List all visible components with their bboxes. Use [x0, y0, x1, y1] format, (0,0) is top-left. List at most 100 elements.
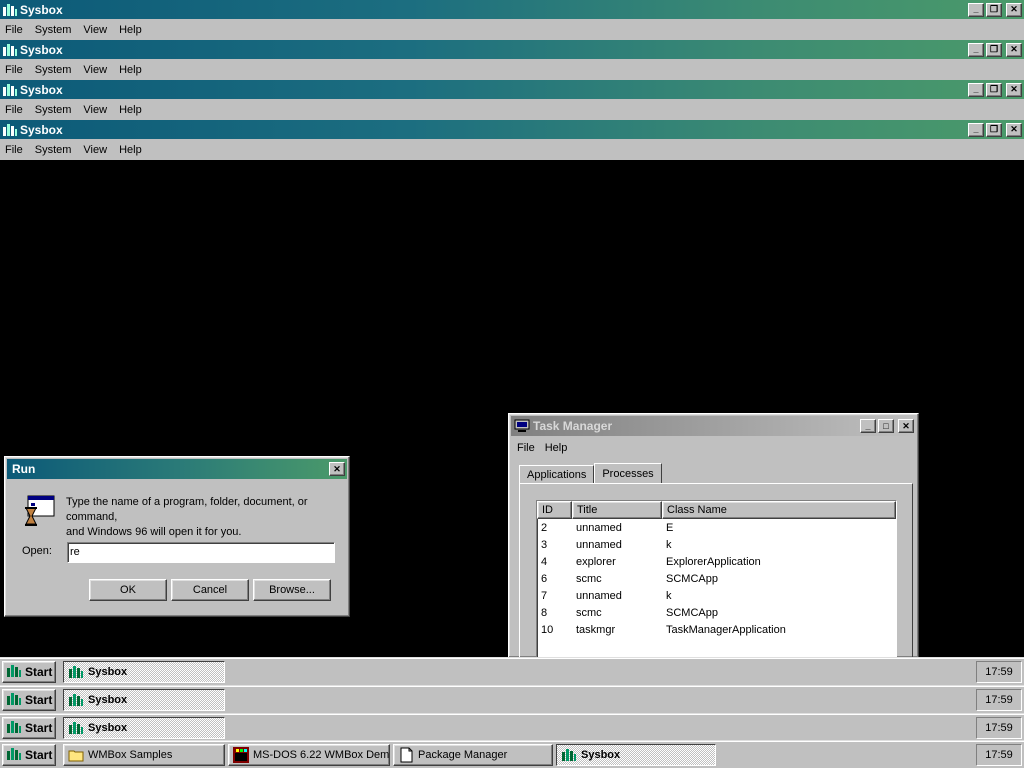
menu-system[interactable]: System — [35, 104, 72, 116]
close-button[interactable]: ✕ — [329, 462, 345, 476]
clock[interactable]: 17:59 — [976, 717, 1022, 739]
sysbox-titlebar[interactable]: Sysbox _ ❐ ✕ — [0, 120, 1024, 139]
process-row[interactable]: 4 explorer ExplorerApplication — [537, 553, 896, 570]
task-button-sysbox[interactable]: Sysbox — [63, 717, 225, 739]
menu-help[interactable]: Help — [119, 64, 142, 76]
clock[interactable]: 17:59 — [976, 689, 1022, 711]
column-id[interactable]: ID — [537, 501, 572, 519]
process-title: unnamed — [576, 589, 622, 602]
sysbox-icon — [68, 664, 84, 680]
process-id: 4 — [541, 555, 548, 568]
minimize-button[interactable]: _ — [968, 122, 984, 137]
task-button-wmbox-samples[interactable]: WMBox Samples — [63, 744, 225, 766]
restore-button[interactable]: ❐ — [986, 2, 1002, 17]
process-row[interactable]: 8 scmc SCMCApp — [537, 604, 896, 621]
minimize-button[interactable]: _ — [860, 419, 876, 433]
sysbox-menubar: File System View Help — [0, 59, 1024, 80]
start-button[interactable]: Start — [2, 661, 56, 683]
start-label: Start — [25, 693, 53, 707]
task-button-package-manager[interactable]: Package Manager — [393, 744, 553, 766]
task-manager-menubar: File Help — [509, 438, 918, 457]
process-row[interactable]: 3 unnamed k — [537, 536, 896, 553]
ok-button[interactable]: OK — [89, 579, 167, 601]
run-description-line-1: Type the name of a program, folder, docu… — [66, 496, 308, 523]
start-icon — [6, 664, 22, 681]
start-button[interactable]: Start — [2, 744, 56, 766]
sysbox-icon — [2, 43, 18, 57]
task-button-sysbox[interactable]: Sysbox — [63, 661, 225, 683]
restore-button[interactable]: ❐ — [986, 82, 1002, 97]
menu-help[interactable]: Help — [545, 442, 568, 454]
sysbox-titlebar[interactable]: Sysbox _ ❐ ✕ — [0, 80, 1024, 99]
close-button[interactable]: ✕ — [1006, 82, 1022, 97]
sysbox-icon — [2, 3, 18, 17]
menu-view[interactable]: View — [83, 24, 107, 36]
close-button[interactable]: ✕ — [1006, 2, 1022, 17]
process-row[interactable]: 2 unnamed E — [537, 519, 896, 536]
clock[interactable]: 17:59 — [976, 744, 1022, 766]
task-manager-titlebar[interactable]: Task Manager _ □ ✕ — [511, 416, 916, 436]
menu-help[interactable]: Help — [119, 24, 142, 36]
taskbar-3: Start Sysbox 17:59 — [0, 713, 1024, 741]
start-button[interactable]: Start — [2, 717, 56, 739]
sysbox-titlebar[interactable]: Sysbox _ ❐ ✕ — [0, 0, 1024, 19]
process-row[interactable]: 7 unnamed k — [537, 587, 896, 604]
sysbox-menubar: File System View Help — [0, 19, 1024, 40]
menu-system[interactable]: System — [35, 64, 72, 76]
process-id: 3 — [541, 538, 548, 551]
menu-system[interactable]: System — [35, 24, 72, 36]
sysbox-title: Sysbox — [20, 42, 63, 57]
process-row[interactable]: 10 taskmgr TaskManagerApplication — [537, 621, 896, 638]
menu-view[interactable]: View — [83, 64, 107, 76]
task-button-sysbox[interactable]: Sysbox — [556, 744, 716, 766]
minimize-button[interactable]: _ — [968, 82, 984, 97]
minimize-button[interactable]: _ — [968, 42, 984, 57]
menu-system[interactable]: System — [35, 144, 72, 156]
tab-applications[interactable]: Applications — [519, 465, 595, 484]
cancel-button[interactable]: Cancel — [171, 579, 249, 601]
maximize-button[interactable]: □ — [878, 419, 894, 433]
task-label: MS-DOS 6.22 WMBox Dem... — [253, 749, 390, 761]
sysbox-window-1: Sysbox _ ❐ ✕ File System View Help — [0, 0, 1024, 40]
process-class: E — [666, 521, 674, 534]
sysbox-title: Sysbox — [20, 122, 63, 137]
minimize-button[interactable]: _ — [968, 2, 984, 17]
clock[interactable]: 17:59 — [976, 661, 1022, 683]
menu-view[interactable]: View — [83, 144, 107, 156]
process-class: k — [666, 538, 672, 551]
run-program-icon — [22, 494, 56, 528]
process-row[interactable]: 6 scmc SCMCApp — [537, 570, 896, 587]
restore-button[interactable]: ❐ — [986, 122, 1002, 137]
run-titlebar[interactable]: Run ✕ — [7, 459, 347, 479]
taskbar-1: Start Sysbox 17:59 — [0, 657, 1024, 685]
close-button[interactable]: ✕ — [1006, 122, 1022, 137]
restore-button[interactable]: ❐ — [986, 42, 1002, 57]
start-button[interactable]: Start — [2, 689, 56, 711]
column-title[interactable]: Title — [572, 501, 662, 519]
browse-button[interactable]: Browse... — [253, 579, 331, 601]
close-button[interactable]: ✕ — [1006, 42, 1022, 57]
menu-view[interactable]: View — [83, 104, 107, 116]
task-button-msdos[interactable]: MS-DOS 6.22 WMBox Dem... — [228, 744, 390, 766]
process-class: ExplorerApplication — [666, 555, 761, 568]
sysbox-titlebar[interactable]: Sysbox _ ❐ ✕ — [0, 40, 1024, 59]
close-button[interactable]: ✕ — [898, 419, 914, 433]
menu-help[interactable]: Help — [119, 104, 142, 116]
menu-file[interactable]: File — [5, 104, 23, 116]
menu-file[interactable]: File — [517, 442, 535, 454]
process-title: scmc — [576, 606, 602, 619]
sysbox-icon — [561, 747, 577, 763]
open-input[interactable]: re — [67, 542, 335, 563]
tab-processes[interactable]: Processes — [594, 463, 662, 484]
menu-file[interactable]: File — [5, 24, 23, 36]
column-class-name[interactable]: Class Name — [662, 501, 896, 519]
task-button-sysbox[interactable]: Sysbox — [63, 689, 225, 711]
menu-file[interactable]: File — [5, 64, 23, 76]
task-manager-window: Task Manager _ □ ✕ File Help Application… — [508, 413, 919, 658]
process-list[interactable]: ID Title Class Name 2 unnamed E 3 unnamed k … — [536, 500, 897, 657]
menu-file[interactable]: File — [5, 144, 23, 156]
sysbox-window-3: Sysbox _ ❐ ✕ File System View Help — [0, 80, 1024, 120]
menu-help[interactable]: Help — [119, 144, 142, 156]
sysbox-window-4: Sysbox _ ❐ ✕ File System View Help — [0, 120, 1024, 160]
start-label: Start — [25, 665, 53, 679]
